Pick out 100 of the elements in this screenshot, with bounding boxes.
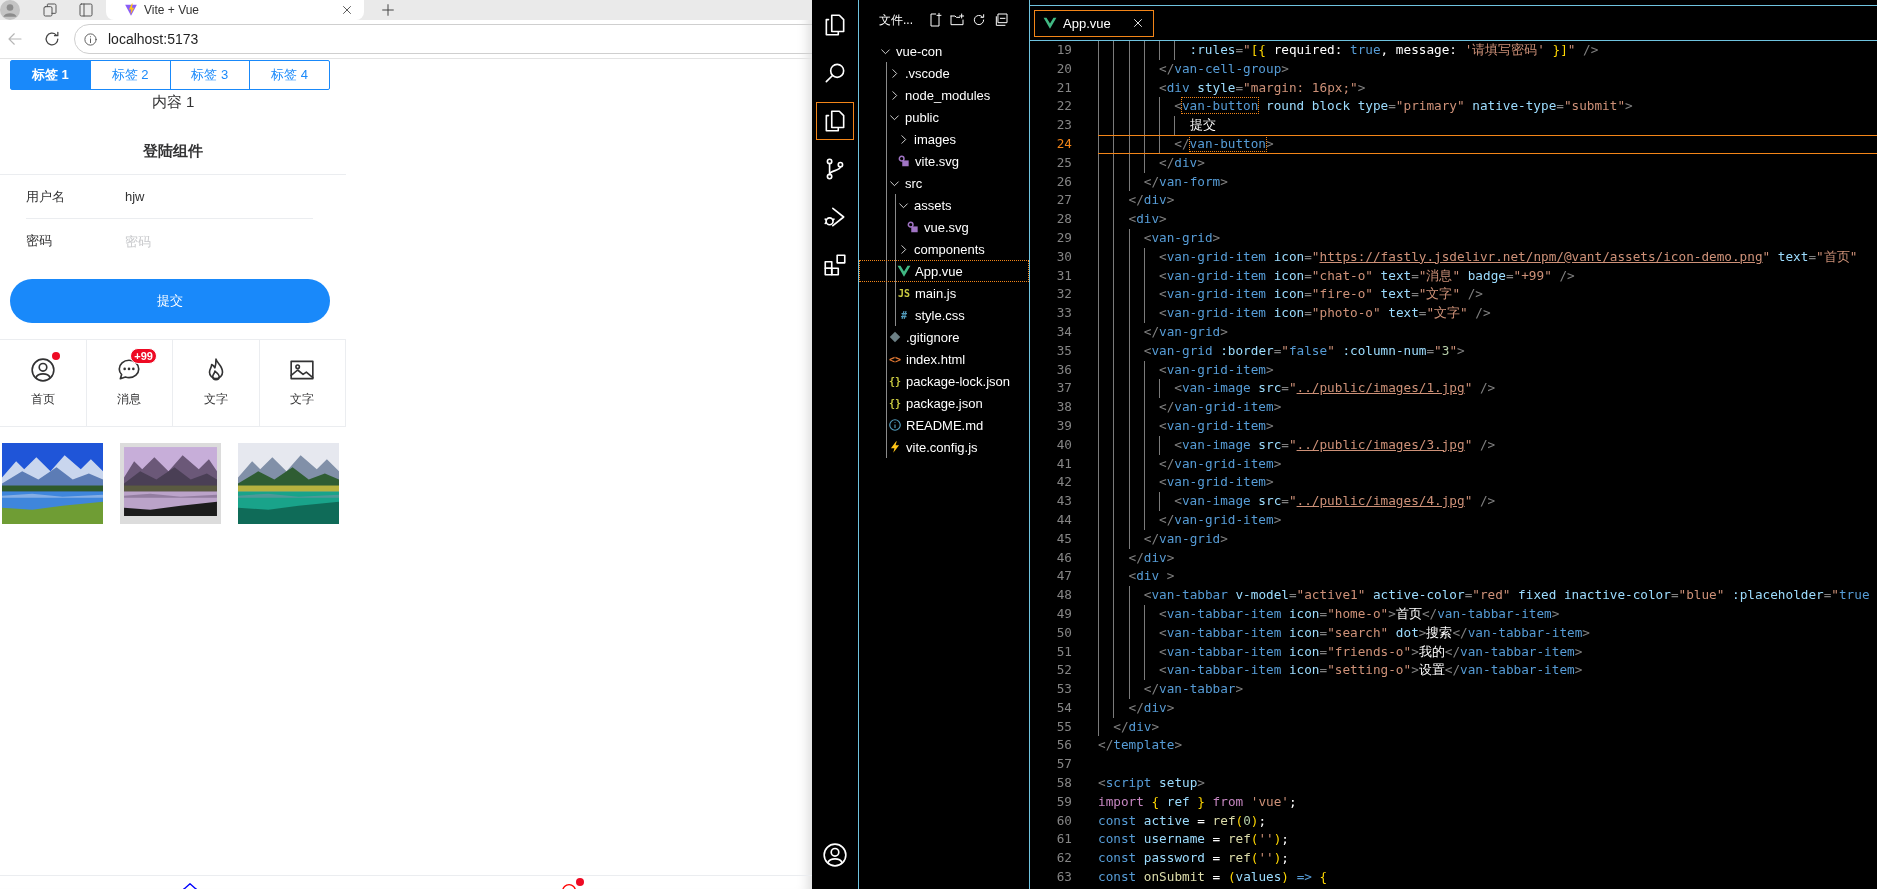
line-number: 44	[1055, 510, 1073, 529]
line-number: 60	[1055, 811, 1073, 830]
close-icon[interactable]	[340, 3, 354, 17]
line-number: 24	[1055, 135, 1073, 153]
code-line: </van-grid>	[1098, 529, 1877, 549]
new-folder-icon[interactable]	[949, 12, 965, 28]
explorer-title: 文件...	[879, 11, 913, 29]
tree-item[interactable]: <> index.html	[859, 348, 1029, 370]
tree-item[interactable]: README.md	[859, 414, 1029, 436]
browser-tab[interactable]: Vite + Vue	[106, 0, 364, 20]
code-line: </van-form>	[1098, 172, 1877, 192]
line-number: 47	[1055, 567, 1073, 586]
grid-item[interactable]: 文字	[173, 340, 260, 426]
line-number: 45	[1055, 529, 1073, 548]
file-type-icon: {}	[888, 397, 902, 409]
code-line: </van-cell-group>	[1098, 59, 1877, 79]
tree-item[interactable]: assets	[859, 194, 1029, 216]
code-line: </van-grid>	[1098, 322, 1877, 342]
line-number: 41	[1055, 454, 1073, 473]
tree-item[interactable]: vite.config.js	[859, 436, 1029, 458]
tree-item[interactable]: vite.svg	[859, 150, 1029, 172]
code-line: <van-grid-item icon="photo-o" text="文字" />	[1098, 304, 1877, 323]
tree-item[interactable]: JS main.js	[859, 282, 1029, 304]
new-file-icon[interactable]	[927, 12, 943, 28]
code-line: </van-grid-item>	[1098, 398, 1877, 417]
tree-item[interactable]: node_modules	[859, 84, 1029, 106]
code-line: <van-image src="../public/images/1.jpg" />	[1098, 379, 1877, 399]
tree-item[interactable]: vue.svg	[859, 216, 1029, 238]
code-line: 提交	[1098, 116, 1877, 135]
collapse-icon[interactable]	[993, 12, 1009, 28]
svg-file-icon	[906, 220, 920, 234]
tree-item[interactable]: components	[859, 238, 1029, 260]
line-number: 51	[1055, 642, 1073, 661]
code-line: <script setup>	[1098, 774, 1206, 793]
line-number: 61	[1055, 830, 1073, 849]
tree-item[interactable]: vue-con	[859, 40, 1029, 62]
info-icon	[888, 418, 902, 432]
code-line: <van-tabbar-item icon="setting-o">设置</van-tabbar-item>	[1098, 661, 1877, 681]
code-line: <div style="margin: 16px;">	[1098, 78, 1877, 98]
code-line: </div>	[1098, 548, 1877, 568]
tab[interactable]: 标签 1	[11, 61, 90, 89]
line-number: 57	[1055, 755, 1073, 774]
grid-item[interactable]: 文字	[259, 340, 346, 426]
explorer-icon[interactable]	[816, 102, 854, 140]
tab[interactable]: 标签 2	[89, 61, 170, 89]
grid-item[interactable]: 首页	[0, 340, 87, 426]
editor-tab[interactable]: App.vue	[1034, 9, 1154, 37]
input-field[interactable]: hjw	[125, 189, 275, 204]
tree-item[interactable]: images	[859, 128, 1029, 150]
code-line: const active = ref(0);	[1098, 811, 1268, 830]
line-number: 33	[1055, 304, 1073, 323]
code-line: :rules="[{ required: true, message: '请填写密码' }]" />	[1098, 41, 1877, 60]
svg-file-icon	[897, 154, 911, 168]
tab[interactable]: 标签 3	[169, 61, 250, 89]
tab-content-text: 内容 1	[150, 92, 196, 112]
line-number: 38	[1055, 398, 1073, 417]
tree-item[interactable]: # style.css	[859, 304, 1029, 326]
code-line: </van-grid-item>	[1098, 454, 1877, 474]
field-label: 用户名	[26, 187, 66, 206]
code-line: </van-button>	[1098, 135, 1877, 154]
tree-item[interactable]: {} package-lock.json	[859, 370, 1029, 392]
line-number: 63	[1055, 868, 1073, 887]
line-number: 56	[1055, 736, 1073, 755]
refresh-icon[interactable]	[971, 12, 987, 28]
vertical-tabs-icon[interactable]	[78, 2, 94, 18]
tree-item[interactable]: .vscode	[859, 62, 1029, 84]
tree-item[interactable]: src	[859, 172, 1029, 194]
line-number: 22	[1055, 97, 1073, 116]
tree-item[interactable]: App.vue	[859, 260, 1029, 282]
line-number: 46	[1055, 548, 1073, 567]
line-number: 49	[1055, 604, 1073, 623]
code-line: </van-tabbar>	[1098, 680, 1877, 699]
line-number: 25	[1055, 153, 1073, 172]
code-line: const onSubmit = (values) => {	[1098, 868, 1329, 887]
tree-item[interactable]: public	[859, 106, 1029, 128]
workspaces-icon[interactable]	[42, 2, 58, 18]
vue-file-icon	[897, 264, 911, 278]
line-number: 55	[1055, 717, 1073, 736]
grid-item[interactable]: +99 消息	[86, 340, 173, 426]
line-number: 28	[1055, 210, 1073, 229]
submit-button[interactable]: 提交	[10, 279, 330, 323]
code-line: </div>	[1098, 153, 1877, 173]
line-number: 52	[1055, 661, 1073, 680]
line-number: 50	[1055, 623, 1073, 642]
code-line: <div>	[1098, 210, 1877, 229]
code-line: <van-tabbar-item icon="home-o">首页</van-tabbar-item>	[1098, 604, 1877, 624]
tab[interactable]: 标签 4	[249, 61, 329, 89]
info-icon[interactable]	[83, 31, 98, 47]
line-number: 23	[1055, 116, 1073, 135]
lightning-icon	[888, 440, 902, 454]
tree-item[interactable]: {} package.json	[859, 392, 1029, 414]
line-number: 32	[1055, 285, 1073, 304]
avatar-icon[interactable]	[0, 0, 20, 20]
file-type-icon: <>	[888, 353, 902, 365]
code-line: <van-tabbar v-model="active1" active-color="red" fixed inactive-color="blue" :placeholder="true	[1098, 586, 1877, 605]
code-line: <van-grid-item>	[1098, 416, 1877, 436]
tree-item[interactable]: .gitignore	[859, 326, 1029, 348]
file-type-icon: JS	[897, 287, 911, 299]
vue-file-icon	[1043, 16, 1057, 30]
code-line: <van-grid-item icon="https://fastly.jsdelivr.net/npm/@vant/assets/icon-demo.png" text="首页"	[1098, 247, 1877, 267]
